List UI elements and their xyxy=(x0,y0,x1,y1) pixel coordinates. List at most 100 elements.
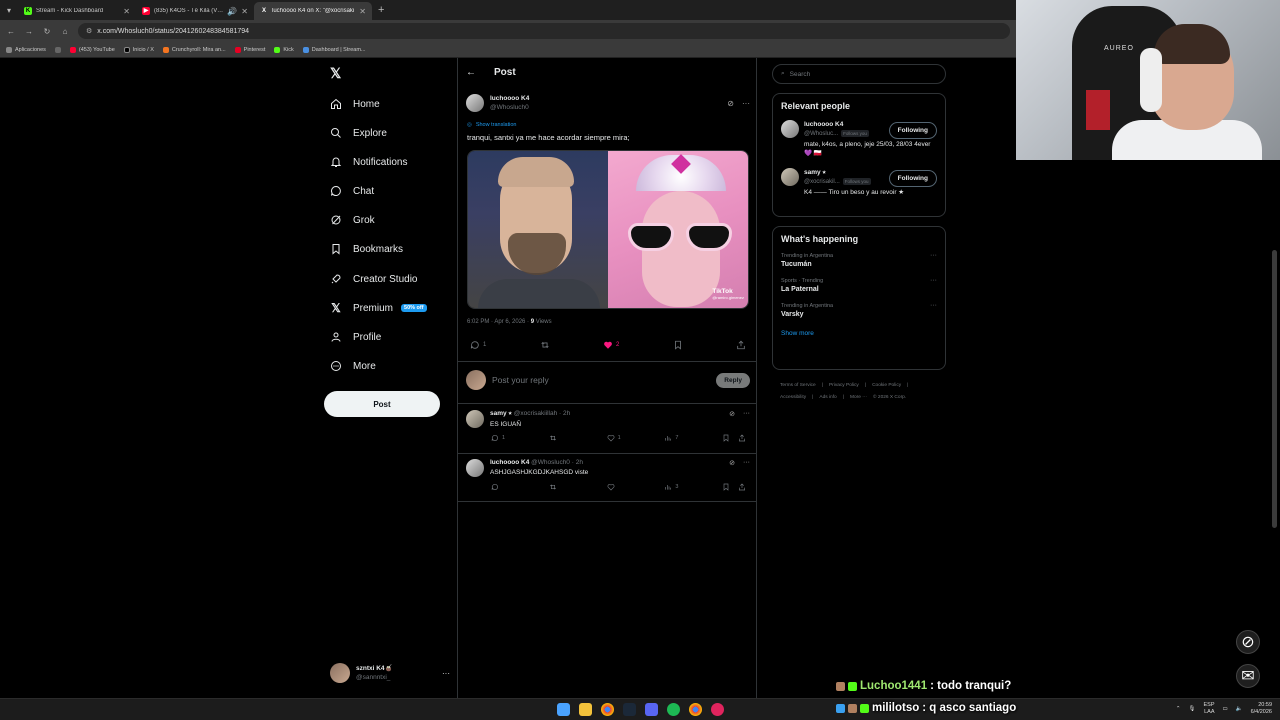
new-tab-icon[interactable]: + xyxy=(378,4,384,16)
display-icon[interactable]: ▭ xyxy=(1223,706,1228,712)
footer-link[interactable]: More ··· xyxy=(850,395,867,400)
spotify-icon[interactable] xyxy=(667,703,680,716)
grok-icon[interactable]: ⊘ xyxy=(729,459,735,467)
reply-author[interactable]: luchoooo K4 xyxy=(490,459,529,466)
close-icon[interactable]: ✕ xyxy=(123,7,130,16)
footer-link[interactable]: Privacy Policy xyxy=(829,383,859,388)
avatar[interactable] xyxy=(466,459,484,477)
like-action[interactable]: 2 xyxy=(603,340,619,350)
post-media[interactable]: TikTok @ramiro.gimenez xyxy=(467,150,749,309)
bookmark-youtube[interactable]: (453) YouTube xyxy=(69,46,115,53)
nav-grok[interactable]: Grok xyxy=(330,212,375,228)
forward-icon[interactable]: → xyxy=(24,27,34,36)
grok-icon[interactable]: ⊘ xyxy=(729,410,735,418)
language-indicator[interactable]: ESP LAA xyxy=(1204,702,1215,716)
share-action[interactable] xyxy=(738,434,750,442)
nav-home[interactable]: Home xyxy=(330,96,380,112)
show-more-link[interactable]: Show more xyxy=(773,330,945,337)
trend-item[interactable]: Trending in Argentina Tucumán ··· xyxy=(773,252,945,268)
home-icon[interactable]: ⌂ xyxy=(60,27,70,36)
url-field[interactable]: ⚙ x.com/Whosluch0/status/204126024838458… xyxy=(78,23,1010,39)
bookmark-grid[interactable] xyxy=(54,46,61,53)
bookmark-action[interactable] xyxy=(722,483,738,491)
scrollbar[interactable] xyxy=(1272,250,1277,528)
chrome-icon[interactable] xyxy=(601,703,614,716)
reply-action[interactable]: 1 xyxy=(470,340,486,350)
more-dots-icon[interactable]: ··· xyxy=(743,459,750,467)
windows-start-icon[interactable] xyxy=(557,703,570,716)
messages-float-icon[interactable]: ✉ xyxy=(1236,664,1260,688)
views-action[interactable]: 3 xyxy=(664,483,722,491)
account-switcher[interactable]: szntxi K4🧉 @sannntxi_ ··· xyxy=(330,662,450,684)
bookmark-x[interactable]: Inicio / X xyxy=(123,46,154,53)
nav-creator-studio[interactable]: Creator Studio xyxy=(330,271,417,287)
bookmark-action[interactable] xyxy=(722,434,738,442)
share-action[interactable] xyxy=(738,483,750,491)
nav-profile[interactable]: Profile xyxy=(330,329,381,345)
bookmark-apps[interactable]: Aplicaciones xyxy=(6,46,46,53)
footer-link[interactable]: Accessibility xyxy=(780,395,806,400)
reply-input[interactable]: Post your reply xyxy=(492,375,549,385)
person-card[interactable]: samy ⭑ @xocrisakil... Follows you K4 —— T… xyxy=(773,168,945,197)
file-explorer-icon[interactable] xyxy=(579,703,592,716)
avatar[interactable] xyxy=(466,410,484,428)
more-dots-icon[interactable]: ··· xyxy=(930,252,937,259)
app-icon[interactable] xyxy=(711,703,724,716)
author-name[interactable]: luchoooo K4 xyxy=(490,94,529,103)
reload-icon[interactable]: ↻ xyxy=(42,27,52,36)
bookmark-dashboard[interactable]: Dashboard | Stream... xyxy=(302,46,365,53)
reply-button[interactable]: Reply xyxy=(716,372,750,388)
close-icon[interactable]: ✕ xyxy=(241,7,248,16)
trend-item[interactable]: Trending in Argentina Varsky ··· xyxy=(773,302,945,318)
mic-icon[interactable]: 🎙 xyxy=(1189,706,1196,712)
person-card[interactable]: luchoooo K4 @Whosluc... Follows you mate,… xyxy=(773,120,945,158)
post-timestamp[interactable]: 6:02 PM · Apr 6, 2026 · xyxy=(467,319,531,325)
more-dots-icon[interactable]: ··· xyxy=(930,302,937,309)
steam-icon[interactable] xyxy=(623,703,636,716)
footer-link[interactable]: Ads info xyxy=(819,395,836,400)
nav-chat[interactable]: Chat xyxy=(330,183,374,199)
views-action[interactable]: 7 xyxy=(664,434,722,442)
trend-item[interactable]: Sports · Trending La Paternal ··· xyxy=(773,277,945,293)
bookmark-pinterest[interactable]: Pinterest xyxy=(234,46,265,53)
repost-action[interactable] xyxy=(540,340,550,350)
avatar[interactable] xyxy=(781,168,799,186)
nav-notifications[interactable]: Notifications xyxy=(330,154,407,170)
avatar[interactable] xyxy=(466,94,484,112)
more-dots-icon[interactable]: ··· xyxy=(742,99,750,108)
nav-bookmarks[interactable]: Bookmarks xyxy=(330,241,403,257)
share-action[interactable] xyxy=(736,340,746,350)
avatar[interactable] xyxy=(781,120,799,138)
reply-author[interactable]: samy ⭑ xyxy=(490,410,512,417)
back-icon[interactable]: ← xyxy=(6,27,16,36)
footer-link[interactable]: Terms of Service xyxy=(780,383,816,388)
show-translation-link[interactable]: ◎ Show translation xyxy=(467,122,516,128)
repost-action[interactable] xyxy=(549,434,607,442)
tab-kick-dashboard[interactable]: K Stream - Kick Dashboard ✕ xyxy=(18,2,136,20)
reply-action[interactable]: 1 xyxy=(491,434,549,442)
speaker-icon[interactable]: 🔊 xyxy=(227,7,237,16)
tab-youtube[interactable]: ▶ (835) K4OS - Të Kila (Video 🔊 ✕ xyxy=(136,2,254,20)
following-button[interactable]: Following xyxy=(888,170,937,187)
footer-link[interactable]: Cookie Policy xyxy=(872,383,901,388)
following-button[interactable]: Following xyxy=(888,122,937,139)
author-handle[interactable]: @Whosluch0 xyxy=(490,103,529,112)
post-button[interactable]: Post xyxy=(324,391,440,417)
tab-search-icon[interactable]: ▾ xyxy=(0,0,18,20)
site-info-icon[interactable]: ⚙ xyxy=(86,27,92,35)
reply-item[interactable]: luchoooo K4 @Whosluch0 · 2h ASHJGASHJKGD… xyxy=(466,459,750,491)
back-arrow-icon[interactable]: ← xyxy=(466,67,476,78)
discord-icon[interactable] xyxy=(645,703,658,716)
grok-icon[interactable]: ⊘ xyxy=(727,99,734,108)
repost-action[interactable] xyxy=(549,483,607,491)
chevron-up-icon[interactable]: ⌃ xyxy=(1176,706,1181,712)
bookmark-action[interactable] xyxy=(673,340,683,350)
nav-explore[interactable]: Explore xyxy=(330,125,387,141)
bookmark-kick[interactable]: Kick xyxy=(274,46,294,53)
grok-float-icon[interactable]: ⊘ xyxy=(1236,630,1260,654)
reply-item[interactable]: samy ⭑ @xocrisakiillah · 2h ES IGUAÑ ⊘ ·… xyxy=(466,410,750,442)
nav-more[interactable]: More xyxy=(330,358,376,374)
nav-premium[interactable]: 𝕏 Premium 50% off xyxy=(330,300,427,316)
search-input[interactable]: ⌕ Search xyxy=(772,64,946,84)
like-action[interactable]: 1 xyxy=(607,434,665,442)
